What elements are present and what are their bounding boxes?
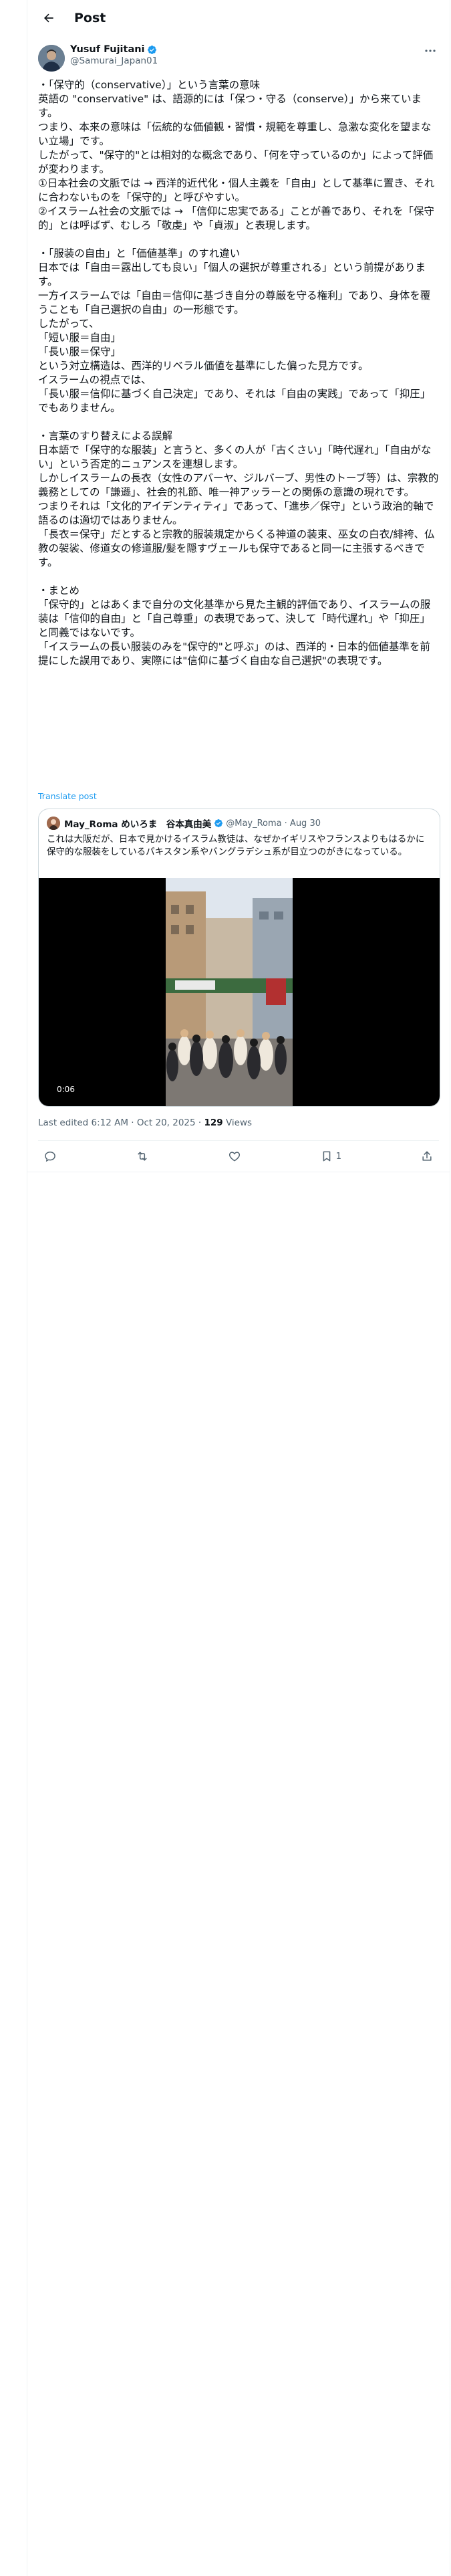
like-button[interactable] [228, 1150, 241, 1163]
quote-author-handle: @May_Roma [226, 818, 282, 829]
post-text-line: ①日本社会の文脈では → 西洋的近代化・個人主義を「自由」として基準に置き、それ… [38, 177, 435, 203]
quote-text: これは大阪だが、日本で見かけるイスラム教徒は、なぜかイギリスやフランスよりもはる… [47, 834, 425, 857]
arrow-left-icon [44, 13, 53, 22]
avatar[interactable] [38, 45, 65, 72]
post-text-line: 「イスラームの長い服装のみを"保守的"と呼ぶ」のは、西洋的・日本的価値基準を前提… [38, 641, 430, 667]
post-text-line: ・まとめ [38, 584, 80, 597]
author-name[interactable]: Yusuf Fujitani [70, 44, 145, 55]
post-text-line: ・言葉のすり替えによる誤解 [38, 430, 173, 442]
post-text-line: しかしイスラームの長衣（女性のアバーヤ、ジルバーブ、男性のトーブ等）は、宗教的義… [38, 472, 439, 498]
post-meta: Last edited 6:12 AM · Oct 20, 2025 · 129… [38, 1117, 252, 1128]
post-text-line: したがって、 [38, 318, 100, 330]
verified-badge-icon [214, 819, 223, 827]
main-column: Post Yusuf Fujitani @Samurai_Japan01 ・「保… [27, 0, 450, 2576]
heart-icon [229, 1152, 240, 1162]
post-text-line: 日本では「自由＝露出しても良い」「個人の選択が尊重される」という前提があります。 [38, 261, 426, 288]
post-text-line: 「長衣＝保守」だとすると宗教的服装規定からくる神道の装束、巫女の白衣/緋袴、仏教… [38, 528, 435, 568]
post-text-line: 「長い服＝保守」 [38, 346, 122, 358]
post-text-line: ②イスラーム社会の文脈では → 「信仰に忠実である」ことが善であり、それを「保守… [38, 205, 434, 231]
post-text-line: ・「服装の自由」と「価値基準」のすれ違い [38, 247, 241, 259]
quote-avatar [47, 817, 60, 830]
views-count: 129 [204, 1117, 223, 1128]
post-text-line: つまり、本来の意味は「伝統的な価値観・習慣・規範を尊重し、急激な変化を望まない立… [38, 121, 432, 147]
bookmark-icon [323, 1151, 331, 1162]
bookmark-count: 1 [335, 1151, 342, 1162]
post-text-line: ・「保守的（conservative）」という言葉の意味 [38, 79, 261, 91]
repost-icon [138, 1152, 147, 1161]
quoted-post[interactable]: May_Roma めいろま 谷本真由美 @May_Roma · Aug 30 こ… [38, 809, 440, 1107]
top-bar: Post [27, 0, 450, 35]
post-text-line: イスラームの視点では、 [38, 374, 152, 386]
post-text-line: 「長い服＝信仰に基づく自己決定」であり、それは「自由の実践」であって「抑圧」でも… [38, 388, 431, 414]
post-text-line: 一方イスラームでは「自由＝信仰に基づき自分の尊厳を守る権利」であり、身体を覆うこ… [38, 290, 431, 316]
edited-timestamp[interactable]: Last edited 6:12 AM · Oct 20, 2025 · [38, 1117, 204, 1128]
quote-author-name: May_Roma めいろま 谷本真由美 [64, 819, 212, 830]
post-text-line: 「短い服＝自由」 [38, 332, 122, 344]
post-text-line: 日本語で「保守的な服装」と言うと、多くの人が「古くさい」「時代遅れ」「自由がない… [38, 444, 432, 470]
bookmark-button[interactable]: 1 [320, 1150, 341, 1163]
repost-button[interactable] [136, 1150, 149, 1163]
translate-post-link[interactable]: Translate post [38, 791, 97, 801]
author-handle[interactable]: @Samurai_Japan01 [70, 56, 158, 66]
reply-button[interactable] [43, 1150, 57, 1163]
post-text-line: という対立構造は、西洋的リベラル価値を基準にした偏った見方です。 [38, 360, 369, 372]
share-icon [422, 1151, 432, 1161]
post-text-line: 英語の "conservative" は、語源的には「保つ・守る（conserv… [38, 93, 422, 119]
share-button[interactable] [420, 1150, 434, 1163]
video-thumbnail [166, 878, 293, 1106]
more-options-button[interactable] [423, 45, 438, 56]
video-player[interactable]: 0:06 [39, 878, 440, 1106]
page-title: Post [74, 10, 106, 25]
post-text-line: 「保守的」とはあくまで自分の文化基準から見た主観的評価であり、イスラームの服装は… [38, 599, 431, 639]
views-label: Views [222, 1117, 253, 1128]
quote-date: · Aug 30 [284, 818, 321, 829]
back-button[interactable] [38, 7, 59, 29]
verified-badge-icon [147, 45, 156, 54]
post-text-line: したがって、"保守的"とは相対的な概念であり、「何を守っているのか」によって評価… [38, 149, 434, 175]
video-duration: 0:06 [53, 1083, 78, 1095]
post-text: ・「保守的（conservative）」という言葉の意味英語の "conserv… [38, 78, 439, 668]
post-author: Yusuf Fujitani @Samurai_Japan01 [38, 42, 439, 72]
post-text-line: つまりそれは「文化的アイデンティティ」であって、「進歩／保守」という政治的軸で語… [38, 500, 434, 526]
more-dots-icon [425, 49, 436, 52]
action-bar: 1 [38, 1141, 439, 1172]
reply-icon [45, 1151, 55, 1162]
